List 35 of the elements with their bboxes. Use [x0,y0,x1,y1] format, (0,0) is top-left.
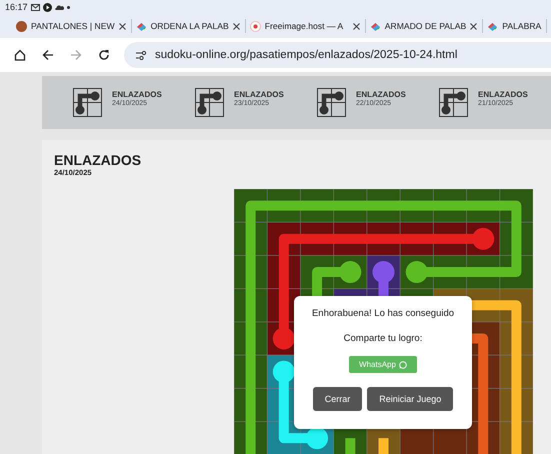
puzzle-title: ENLAZADOS [54,152,142,168]
puzzle-link[interactable]: ENLAZADOS [234,90,284,99]
whatsapp-icon [398,360,407,368]
puzzle-thumbnail-icon [195,88,224,117]
clock: 16:17 [5,2,28,12]
cloud-icon [54,4,64,10]
share-label: Comparte tu logro: [344,333,422,344]
play-icon [42,2,52,12]
restart-button[interactable]: Reiniciar Juego [367,387,454,411]
site-icon [370,20,381,32]
close-icon[interactable] [352,22,360,30]
puzzle-link[interactable]: ENLAZADOS [356,90,406,99]
close-icon[interactable] [118,22,126,30]
puzzle-thumbnail-icon [439,88,468,117]
site-icon [136,20,147,32]
close-button[interactable]: Cerrar [312,387,362,411]
browser-tab[interactable]: PANTALONES | NEW [12,19,132,33]
site-icon [487,20,498,32]
puzzle-link[interactable]: ENLAZADOS [478,90,528,99]
browser-tab[interactable]: ARMADO DE PALAB [366,19,484,33]
site-settings-icon[interactable] [136,50,147,60]
browser-tab[interactable]: Freeimage.host — A [246,19,366,33]
close-icon[interactable] [470,22,478,30]
browser-tab[interactable]: PALABRA [483,19,548,33]
browser-tab[interactable]: ORDENA LA PALAB [132,19,246,33]
close-icon[interactable] [232,22,240,30]
success-message: Enhorabuena! Lo has conseguido [312,308,454,319]
site-icon [250,20,261,32]
dot-icon [66,6,70,8]
puzzle-link[interactable]: ENLAZADOS [112,90,162,99]
address-bar[interactable]: sudoku-online.org/pasatiempos/enlazados/2025-10-24.html [124,42,551,68]
puzzle-thumbnail-icon [317,88,346,117]
site-icon [16,20,27,32]
mail-icon [30,4,40,10]
puzzle-thumbnail-icon [73,88,102,117]
